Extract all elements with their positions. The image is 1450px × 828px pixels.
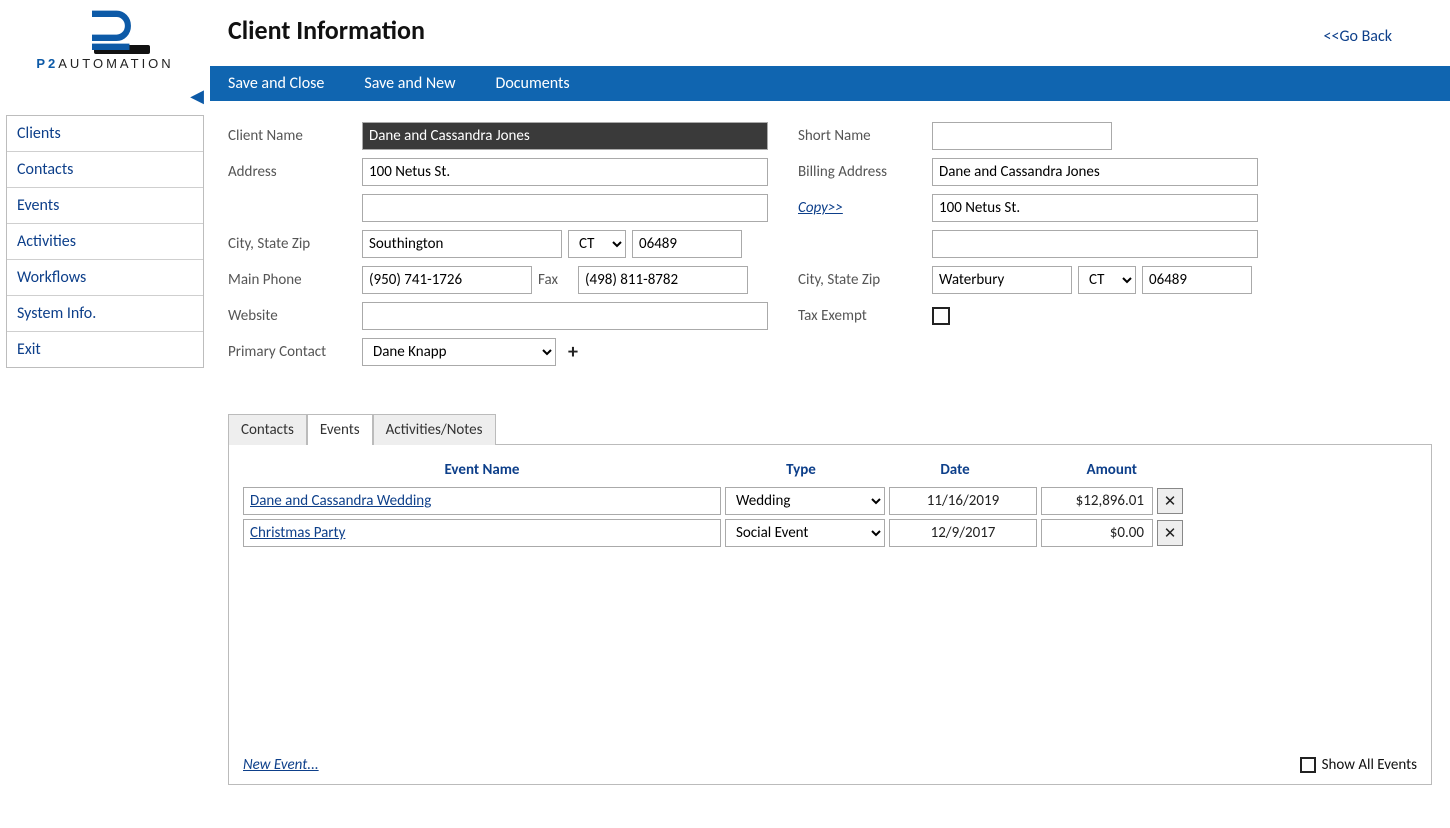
- event-row: Dane and Cassandra Wedding Wedding 11/16…: [243, 487, 1417, 515]
- event-amount: $0.00: [1041, 519, 1153, 547]
- label-address: Address: [228, 163, 356, 181]
- collapse-sidebar-icon[interactable]: ◀: [0, 85, 210, 107]
- copy-address-link[interactable]: Copy>>: [798, 199, 926, 217]
- event-row: Christmas Party Social Event 12/9/2017 $…: [243, 519, 1417, 547]
- city-input[interactable]: [362, 230, 562, 258]
- show-all-checkbox[interactable]: [1300, 757, 1316, 773]
- page-title: Client Information: [228, 14, 425, 46]
- sidebar-item-events[interactable]: Events: [7, 188, 203, 224]
- label-client-name: Client Name: [228, 127, 356, 145]
- add-contact-button[interactable]: +: [568, 340, 578, 364]
- sidebar-item-contacts[interactable]: Contacts: [7, 152, 203, 188]
- primary-contact-select[interactable]: Dane Knapp: [362, 338, 556, 366]
- billing-state-select[interactable]: CT: [1078, 266, 1136, 294]
- menubar: Save and Close Save and New Documents: [210, 66, 1450, 101]
- tax-exempt-checkbox[interactable]: [932, 307, 950, 325]
- website-input[interactable]: [362, 302, 768, 330]
- address2-input[interactable]: [362, 194, 768, 222]
- main-phone-input[interactable]: [362, 266, 532, 294]
- sidebar-item-workflows[interactable]: Workflows: [7, 260, 203, 296]
- label-city-state-zip: City, State Zip: [228, 235, 356, 253]
- event-name-link[interactable]: Dane and Cassandra Wedding: [243, 487, 721, 515]
- close-icon: ✕: [1164, 492, 1177, 511]
- label-main-phone: Main Phone: [228, 271, 356, 289]
- sidebar-item-activities[interactable]: Activities: [7, 224, 203, 260]
- label-short-name: Short Name: [798, 127, 926, 145]
- billing-name-input[interactable]: [932, 158, 1258, 186]
- address1-input[interactable]: [362, 158, 768, 186]
- billing-city-input[interactable]: [932, 266, 1072, 294]
- new-event-link[interactable]: New Event...: [243, 756, 319, 774]
- show-all-events[interactable]: Show All Events: [1300, 756, 1417, 774]
- short-name-input[interactable]: [932, 122, 1112, 150]
- tabs: Contacts Events Activities/Notes: [228, 413, 1432, 445]
- logo-mark: ⊇: [87, 5, 124, 52]
- events-panel: Event Name Type Date Amount Dane and Cas…: [228, 445, 1432, 785]
- state-select[interactable]: CT: [568, 230, 626, 258]
- delete-event-button[interactable]: ✕: [1157, 520, 1183, 546]
- go-back-link[interactable]: <<Go Back: [1324, 27, 1393, 46]
- sidebar-item-system-info[interactable]: System Info.: [7, 296, 203, 332]
- close-icon: ✕: [1164, 524, 1177, 543]
- fax-input[interactable]: [578, 266, 748, 294]
- label-billing-address: Billing Address: [798, 163, 926, 181]
- tab-contacts[interactable]: Contacts: [228, 414, 307, 445]
- event-date[interactable]: 12/9/2017: [889, 519, 1037, 547]
- delete-event-button[interactable]: ✕: [1157, 488, 1183, 514]
- logo: ⊇ P2AUTOMATION: [0, 0, 210, 71]
- tab-events[interactable]: Events: [307, 414, 373, 445]
- sidebar-item-exit[interactable]: Exit: [7, 332, 203, 367]
- events-header: Event Name Type Date Amount: [243, 459, 1417, 487]
- billing-addr2-input[interactable]: [932, 230, 1258, 258]
- menu-save-and-close[interactable]: Save and Close: [228, 74, 324, 93]
- header-type: Type: [721, 459, 881, 481]
- billing-zip-input[interactable]: [1142, 266, 1252, 294]
- header-amount: Amount: [1029, 459, 1141, 481]
- label-tax-exempt: Tax Exempt: [798, 307, 926, 325]
- event-type-select[interactable]: Wedding: [725, 487, 885, 515]
- billing-addr1-input[interactable]: [932, 194, 1258, 222]
- event-amount: $12,896.01: [1041, 487, 1153, 515]
- label-fax: Fax: [538, 271, 572, 289]
- event-type-select[interactable]: Social Event: [725, 519, 885, 547]
- event-date[interactable]: 11/16/2019: [889, 487, 1037, 515]
- show-all-label: Show All Events: [1322, 756, 1417, 774]
- menu-save-and-new[interactable]: Save and New: [364, 74, 455, 93]
- zip-input[interactable]: [632, 230, 742, 258]
- label-billing-city-state-zip: City, State Zip: [798, 271, 926, 289]
- event-name-link[interactable]: Christmas Party: [243, 519, 721, 547]
- client-name-input[interactable]: [362, 122, 768, 150]
- sidebar: Clients Contacts Events Activities Workf…: [6, 115, 204, 368]
- menu-documents[interactable]: Documents: [496, 74, 570, 93]
- header-date: Date: [881, 459, 1029, 481]
- sidebar-item-clients[interactable]: Clients: [7, 116, 203, 152]
- label-primary-contact: Primary Contact: [228, 343, 356, 361]
- tab-activities-notes[interactable]: Activities/Notes: [373, 414, 496, 445]
- label-website: Website: [228, 307, 356, 325]
- header-event-name: Event Name: [243, 459, 721, 481]
